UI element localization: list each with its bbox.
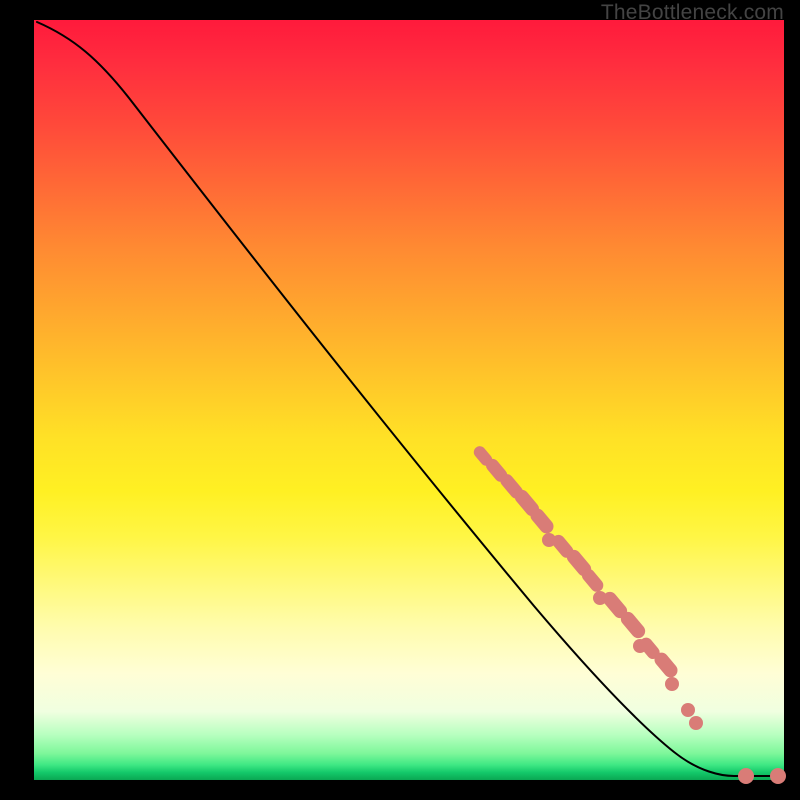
chart-svg bbox=[34, 20, 784, 780]
bottleneck-curve bbox=[37, 22, 744, 776]
plot-area bbox=[34, 20, 784, 780]
chart-stage: TheBottleneck.com bbox=[0, 0, 800, 800]
mid-diagonal-cluster bbox=[471, 444, 703, 730]
bottom-right-cluster bbox=[738, 768, 786, 784]
